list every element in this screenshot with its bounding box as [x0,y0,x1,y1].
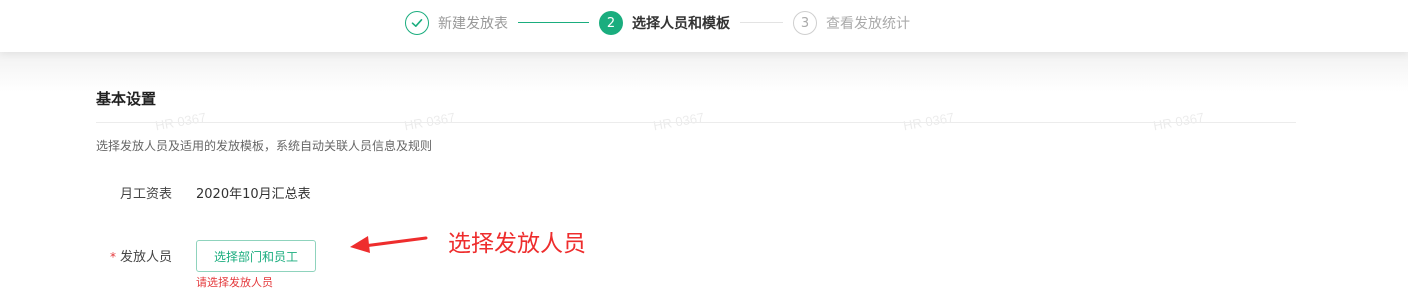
step-number: 3 [793,11,817,35]
step-view-statistics[interactable]: 3 查看发放统计 [793,10,910,36]
select-dept-employee-button[interactable]: 选择部门和员工 [196,240,316,272]
required-mark: * [109,250,116,264]
step-connector [518,22,589,23]
step-label: 新建发放表 [438,16,508,32]
step-label: 查看发放统计 [826,16,910,32]
section-description: 选择发放人员及适用的发放模板，系统自动关联人员信息及规则 [96,139,433,153]
people-error-message: 请选择发放人员 [196,276,273,289]
section-divider [96,122,1296,123]
section-title: 基本设置 [96,90,157,108]
annotation-arrow-icon [350,236,428,253]
step-label: 选择人员和模板 [632,16,730,32]
check-icon [405,11,429,35]
step-new-sheet[interactable]: 新建发放表 [405,10,508,36]
step-connector [740,22,783,23]
people-label: * 发放人员 [96,246,172,265]
header-shadow [0,52,1408,92]
annotation-text: 选择发放人员 [448,231,586,257]
step-select-people-template[interactable]: 2 选择人员和模板 [599,10,730,36]
step-number: 2 [599,11,623,35]
template-label: 月工资表 [119,187,172,202]
template-value: 2020年10月汇总表 [196,187,311,202]
stepper: 新建发放表 2 选择人员和模板 3 查看发放统计 [0,0,1408,52]
people-label-text: 发放人员 [119,250,172,265]
